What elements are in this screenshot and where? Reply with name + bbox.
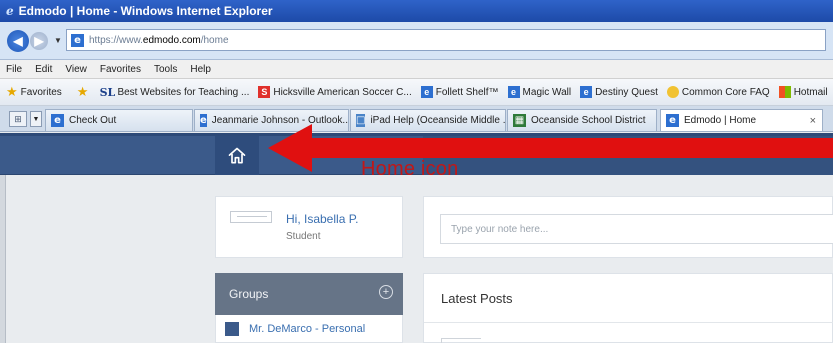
profile-card: Hi, Isabella P. Student: [215, 196, 403, 258]
favorite-link-label: Destiny Quest: [595, 86, 658, 98]
tab-edmodo-home[interactable]: e Edmodo | Home ×: [660, 109, 823, 131]
url-host: edmodo.com: [142, 34, 201, 46]
favorites-label: Favorites: [20, 86, 62, 98]
add-group-icon[interactable]: +: [379, 285, 393, 299]
favorite-link[interactable]: Common Core FAQ: [666, 86, 770, 98]
favorite-link-label: Common Core FAQ: [681, 86, 770, 98]
group-label: Mr. DeMarco - Personal: [249, 322, 366, 335]
home-button[interactable]: [215, 136, 259, 175]
ie-page-icon: e: [51, 114, 64, 127]
page-icon: □: [356, 114, 366, 127]
tab-outlook[interactable]: e Jeanmarie Johnson - Outlook...: [194, 109, 349, 131]
tab-check-out[interactable]: e Check Out: [45, 109, 193, 131]
menu-tools[interactable]: Tools: [154, 64, 177, 75]
close-tab-icon[interactable]: ×: [810, 115, 816, 127]
forward-arrow-icon[interactable]: ▶: [30, 32, 48, 50]
tab-row: ⊞ ▼ e Check Out e Jeanmarie Johnson - Ou…: [0, 106, 833, 132]
latest-posts-card: Latest Posts: [423, 273, 833, 343]
common-core-icon: [666, 86, 679, 98]
url-path: /home: [200, 34, 229, 46]
page-left-edge: [0, 175, 6, 343]
favorites-button[interactable]: ★ Favorites: [6, 84, 62, 100]
note-card: Type your note here...: [423, 196, 833, 258]
tab-label: iPad Help (Oceanside Middle ...: [370, 115, 506, 126]
favorites-star-icon: ★: [6, 84, 18, 99]
tab-label: Check Out: [69, 115, 117, 126]
favorite-link[interactable]: e Destiny Quest: [580, 86, 658, 98]
edmodo-favicon-icon: e: [666, 114, 679, 127]
menu-bar: File Edit View Favorites Tools Help: [0, 60, 833, 79]
windows-icon: [778, 86, 791, 98]
site-favicon-icon: e: [71, 33, 84, 47]
groups-title: Groups: [229, 287, 269, 301]
sl-icon: SL: [99, 85, 116, 99]
favorite-link-label: Follett Shelf™: [435, 86, 499, 98]
ie-page-icon: e: [420, 86, 433, 98]
menu-view[interactable]: View: [65, 64, 87, 75]
home-icon: [228, 147, 246, 163]
address-row: ◀ ▶ ▼ e https://www. edmodo.com/home: [0, 22, 833, 60]
nav-right-area: [423, 136, 833, 175]
favorite-link[interactable]: Hotmail: [778, 86, 828, 98]
menu-file[interactable]: File: [6, 64, 22, 75]
ie-logo-icon: e: [6, 4, 14, 18]
favorite-link[interactable]: e Magic Wall: [507, 86, 572, 98]
url-prefix: https://www.: [89, 34, 143, 46]
tab-ipad-help[interactable]: □ iPad Help (Oceanside Middle ...: [350, 109, 506, 131]
add-favorite-button[interactable]: ★: [77, 84, 92, 100]
profile-name[interactable]: Hi, Isabella P.: [286, 212, 359, 226]
hicksville-icon: S: [258, 86, 271, 98]
tab-oceanside[interactable]: ▦ Oceanside School District: [507, 109, 657, 131]
favorite-link[interactable]: S Hicksville American Soccer C...: [258, 86, 412, 98]
district-icon: ▦: [513, 114, 526, 127]
history-dropdown-icon[interactable]: ▼: [54, 36, 62, 45]
post-item[interactable]: [441, 338, 481, 343]
tab-label: Jeanmarie Johnson - Outlook...: [211, 115, 349, 126]
favorite-link-label: Best Websites for Teaching ...: [117, 86, 250, 98]
ie-page-icon: e: [200, 114, 207, 127]
note-input[interactable]: Type your note here...: [440, 214, 833, 244]
back-arrow-icon[interactable]: ◀: [7, 30, 29, 52]
annotation-label: Home icon: [361, 158, 459, 180]
group-color-icon: [225, 321, 239, 336]
tab-label: Oceanside School District: [531, 115, 646, 126]
favorite-link[interactable]: e Follett Shelf™: [420, 86, 499, 98]
favorite-link-label: Magic Wall: [522, 86, 572, 98]
menu-help[interactable]: Help: [190, 64, 211, 75]
latest-posts-title: Latest Posts: [441, 291, 513, 306]
favorite-link-label: Hicksville American Soccer C...: [273, 86, 412, 98]
add-favorite-star-icon: ★: [76, 84, 89, 99]
ie-page-icon: e: [580, 86, 593, 98]
posts-divider: [424, 322, 833, 323]
favorites-bar: ★ Favorites ★ SL Best Websites for Teachi…: [0, 79, 833, 106]
avatar[interactable]: [230, 211, 272, 223]
profile-role: Student: [286, 231, 321, 242]
groups-header: Groups +: [215, 273, 403, 315]
favorite-link[interactable]: SL Best Websites for Teaching ...: [99, 85, 250, 99]
favorite-link-label: Hotmail: [793, 86, 828, 98]
ie-page-icon: e: [507, 86, 520, 98]
tab-list-dropdown-icon[interactable]: ▼: [30, 111, 42, 127]
menu-favorites[interactable]: Favorites: [100, 64, 141, 75]
window-title: Edmodo | Home - Windows Internet Explore…: [18, 4, 273, 18]
tab-label: Edmodo | Home: [684, 115, 757, 126]
quick-tabs-icon[interactable]: ⊞: [9, 111, 27, 127]
address-bar[interactable]: e https://www. edmodo.com/home: [66, 29, 826, 51]
window-title-bar: e Edmodo | Home - Windows Internet Explo…: [0, 0, 833, 22]
group-item[interactable]: Mr. DeMarco - Personal: [215, 315, 403, 343]
menu-edit[interactable]: Edit: [35, 64, 52, 75]
